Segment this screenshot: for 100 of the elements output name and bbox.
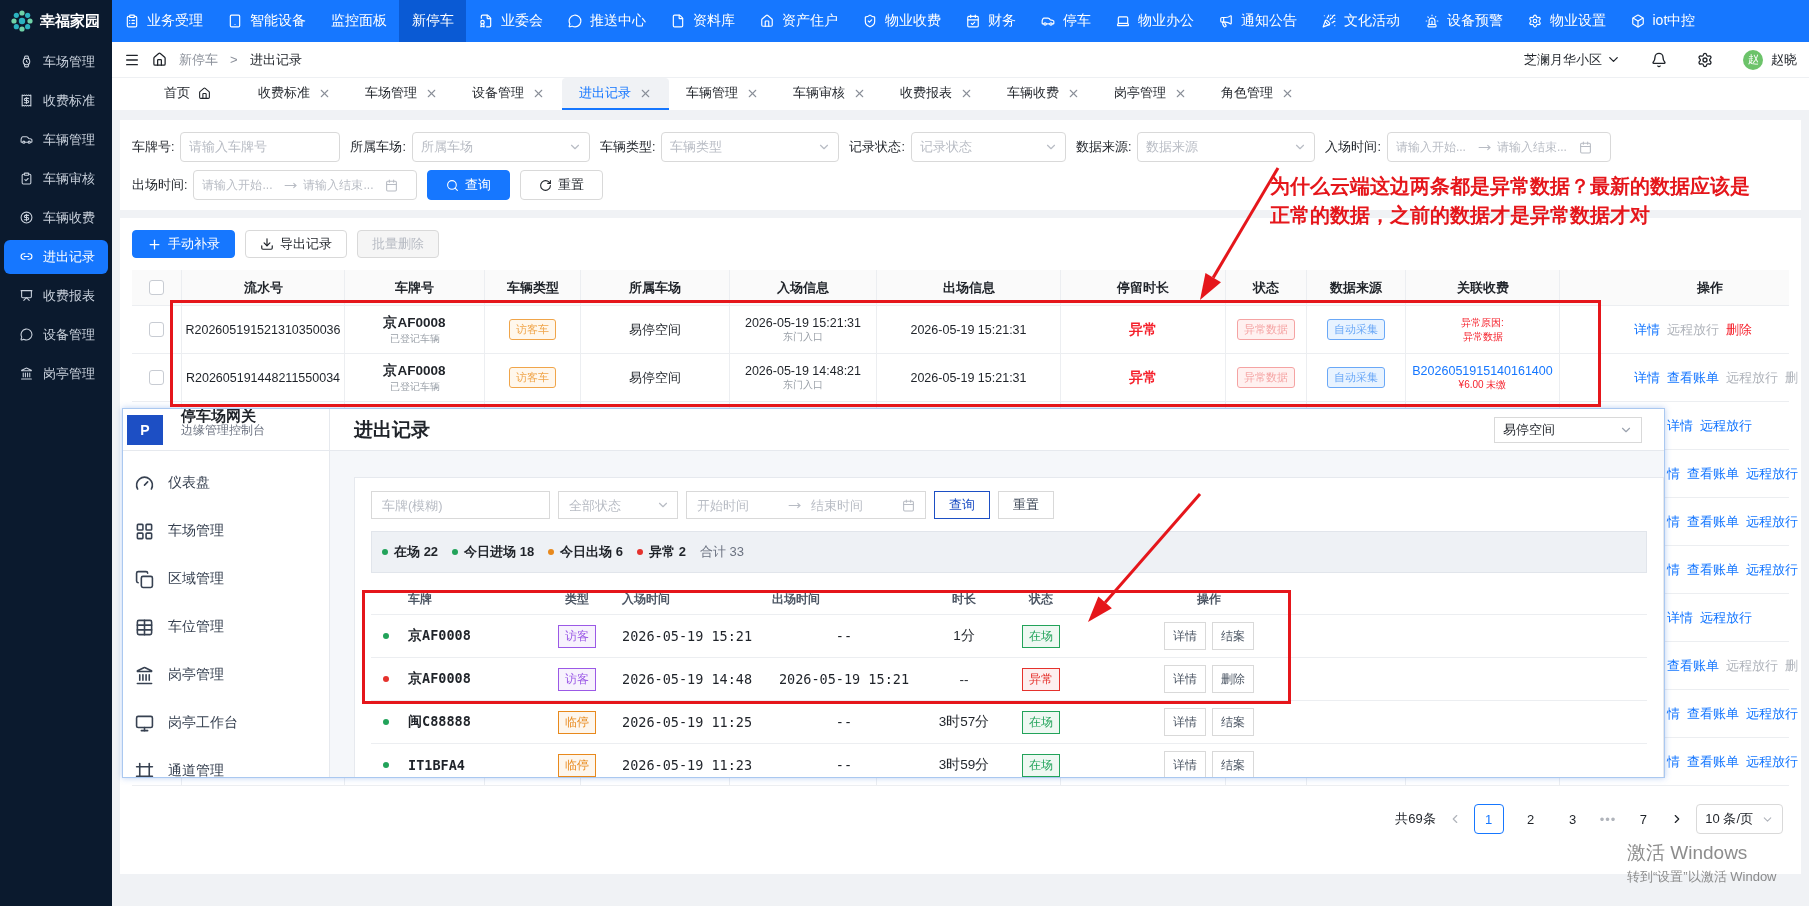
reset-button[interactable]: 重置 xyxy=(520,170,604,200)
toolbar-button[interactable]: 导出记录 xyxy=(245,230,347,258)
sidebar-item[interactable]: 车场管理 xyxy=(4,44,108,79)
row-action-link[interactable]: 远程放行 xyxy=(1746,752,1798,771)
nav-menu-item[interactable]: 财务 xyxy=(953,0,1028,42)
nav-menu-item[interactable]: 文化活动 xyxy=(1309,0,1412,42)
input-field[interactable]: 请输入车牌号 xyxy=(180,132,341,162)
nav-menu-item[interactable]: 资产住户 xyxy=(747,0,850,42)
row-action-link[interactable]: 查看账单 xyxy=(1667,368,1719,387)
toolbar-button[interactable]: 手动补录 xyxy=(132,230,235,258)
select-all-checkbox[interactable] xyxy=(149,280,164,295)
sidebar-item[interactable]: 设备管理 xyxy=(4,317,108,352)
date-range-field[interactable]: 请输入开始... 请输入结束... xyxy=(1386,132,1611,162)
row-action-button[interactable]: 详情 xyxy=(1164,708,1206,736)
nav-menu-item[interactable]: 物业办公 xyxy=(1103,0,1206,42)
nav-menu-item[interactable]: 资料库 xyxy=(658,0,747,42)
page-tab[interactable]: 车辆管理 xyxy=(669,78,776,110)
reset-button[interactable]: 重置 xyxy=(998,491,1054,519)
nav-menu-item[interactable]: 通知公告 xyxy=(1206,0,1309,42)
settings-icon[interactable] xyxy=(1697,51,1713,68)
gateway-menu-item[interactable]: 车位管理 xyxy=(123,603,329,651)
nav-menu-item[interactable]: 新停车 xyxy=(399,0,466,42)
start-date-input[interactable]: 请输入开始... xyxy=(202,178,279,192)
row-checkbox[interactable] xyxy=(149,370,164,385)
nav-menu-item[interactable]: iot中控 xyxy=(1618,0,1708,42)
nav-menu-item[interactable]: 设备预警 xyxy=(1412,0,1515,42)
row-action-link[interactable]: 删除 xyxy=(1726,320,1752,339)
row-action-button[interactable]: 详情 xyxy=(1164,665,1206,693)
page-tab[interactable]: 收费标准 xyxy=(241,78,348,110)
row-action-link[interactable]: 远程放行 xyxy=(1746,560,1798,579)
row-action-button[interactable]: 结案 xyxy=(1212,708,1254,736)
page-number[interactable]: 1 xyxy=(1473,804,1504,834)
gateway-menu-item[interactable]: 仪表盘 xyxy=(123,459,329,507)
gateway-menu-item[interactable]: 车场管理 xyxy=(123,507,329,555)
page-tab[interactable]: 收费报表 xyxy=(883,78,990,110)
page-number[interactable]: 7 xyxy=(1628,804,1659,834)
row-action-link[interactable]: 查看账单 xyxy=(1687,560,1739,579)
status-select[interactable]: 全部状态 xyxy=(558,491,678,519)
row-action-button[interactable]: 删除 xyxy=(1212,665,1254,693)
row-checkbox[interactable] xyxy=(149,322,164,337)
time-range-field[interactable]: 开始时间 结束时间 xyxy=(686,491,926,519)
sidebar-item[interactable]: 收费报表 xyxy=(4,278,108,313)
page-tab[interactable]: 角色管理 xyxy=(1204,78,1311,110)
end-date-input[interactable]: 请输入结束... xyxy=(303,178,380,192)
row-action-link[interactable]: 详情 xyxy=(1634,368,1660,387)
nav-menu-item[interactable]: 业务受理 xyxy=(112,0,215,42)
page-tab[interactable]: 岗亭管理 xyxy=(1097,78,1204,110)
sidebar-item[interactable]: 收费标准 xyxy=(4,83,108,118)
plate-search-field[interactable]: 车牌(模糊) xyxy=(371,491,550,519)
select-field[interactable]: 数据来源 xyxy=(1137,132,1316,162)
select-field[interactable]: 车辆类型 xyxy=(661,132,840,162)
row-action-link[interactable]: 详情 xyxy=(1634,320,1660,339)
page-number[interactable]: 2 xyxy=(1515,804,1546,834)
sidebar-item[interactable]: 进出记录 xyxy=(4,239,108,274)
start-time-input[interactable]: 开始时间 xyxy=(697,497,778,513)
row-action-link[interactable]: 远程放行 xyxy=(1746,704,1798,723)
sidebar-item[interactable]: 车辆审核 xyxy=(4,161,108,196)
breadcrumb-item[interactable]: 新停车 xyxy=(179,50,218,69)
row-action-button[interactable]: 结案 xyxy=(1212,622,1254,650)
bill-number-link[interactable]: B2026051915140161400 xyxy=(1412,363,1553,378)
home-icon[interactable] xyxy=(152,52,167,67)
select-field[interactable]: 记录状态 xyxy=(910,132,1066,162)
row-action-button[interactable]: 详情 xyxy=(1164,622,1206,650)
search-button[interactable]: 查询 xyxy=(427,170,511,200)
row-action-link[interactable]: 查看账单 xyxy=(1667,656,1719,675)
row-action-link[interactable]: 详情 xyxy=(1667,608,1693,627)
nav-menu-item[interactable]: 停车 xyxy=(1028,0,1103,42)
row-action-link[interactable]: 情 xyxy=(1667,512,1680,531)
page-tab[interactable]: 进出记录 xyxy=(562,78,669,110)
gateway-menu-item[interactable]: 通道管理 xyxy=(123,747,329,777)
gateway-menu-item[interactable]: 岗亭管理 xyxy=(123,651,329,699)
community-selector[interactable]: 芝澜月华小区 xyxy=(1524,50,1621,69)
sidebar-item[interactable]: 车辆管理 xyxy=(4,122,108,157)
row-action-link[interactable]: 情 xyxy=(1667,560,1680,579)
row-action-link[interactable]: 情 xyxy=(1667,464,1680,483)
row-action-link[interactable]: 情 xyxy=(1667,752,1680,771)
sidebar-item[interactable]: 岗亭管理 xyxy=(4,356,108,391)
row-action-link[interactable]: 查看账单 xyxy=(1687,704,1739,723)
nav-menu-item[interactable]: 物业收费 xyxy=(850,0,953,42)
gateway-menu-item[interactable]: 区域管理 xyxy=(123,555,329,603)
nav-menu-item[interactable]: 物业设置 xyxy=(1515,0,1618,42)
bell-icon[interactable] xyxy=(1651,51,1667,68)
date-range-field[interactable]: 请输入开始... 请输入结束... xyxy=(193,170,418,200)
page-tab[interactable]: 首页 xyxy=(134,78,241,110)
row-action-button[interactable]: 详情 xyxy=(1164,751,1206,777)
row-action-link[interactable]: 情 xyxy=(1667,704,1680,723)
row-action-link[interactable]: 远程放行 xyxy=(1746,512,1798,531)
nav-menu-item[interactable]: 监控面板 xyxy=(318,0,399,42)
page-size-select[interactable]: 10 条/页 xyxy=(1696,804,1783,834)
nav-menu-item[interactable]: 推送中心 xyxy=(555,0,658,42)
end-time-input[interactable]: 结束时间 xyxy=(811,497,892,513)
gateway-menu-item[interactable]: 岗亭工作台 xyxy=(123,699,329,747)
page-tab[interactable]: 车辆收费 xyxy=(990,78,1097,110)
nav-menu-item[interactable]: 业委会 xyxy=(466,0,555,42)
page-number[interactable]: 3 xyxy=(1557,804,1588,834)
row-action-link[interactable]: 远程放行 xyxy=(1700,416,1752,435)
row-action-link[interactable]: 详情 xyxy=(1667,416,1693,435)
row-action-link[interactable]: 查看账单 xyxy=(1687,512,1739,531)
select-field[interactable]: 所属车场 xyxy=(411,132,590,162)
row-action-button[interactable]: 结案 xyxy=(1212,751,1254,777)
